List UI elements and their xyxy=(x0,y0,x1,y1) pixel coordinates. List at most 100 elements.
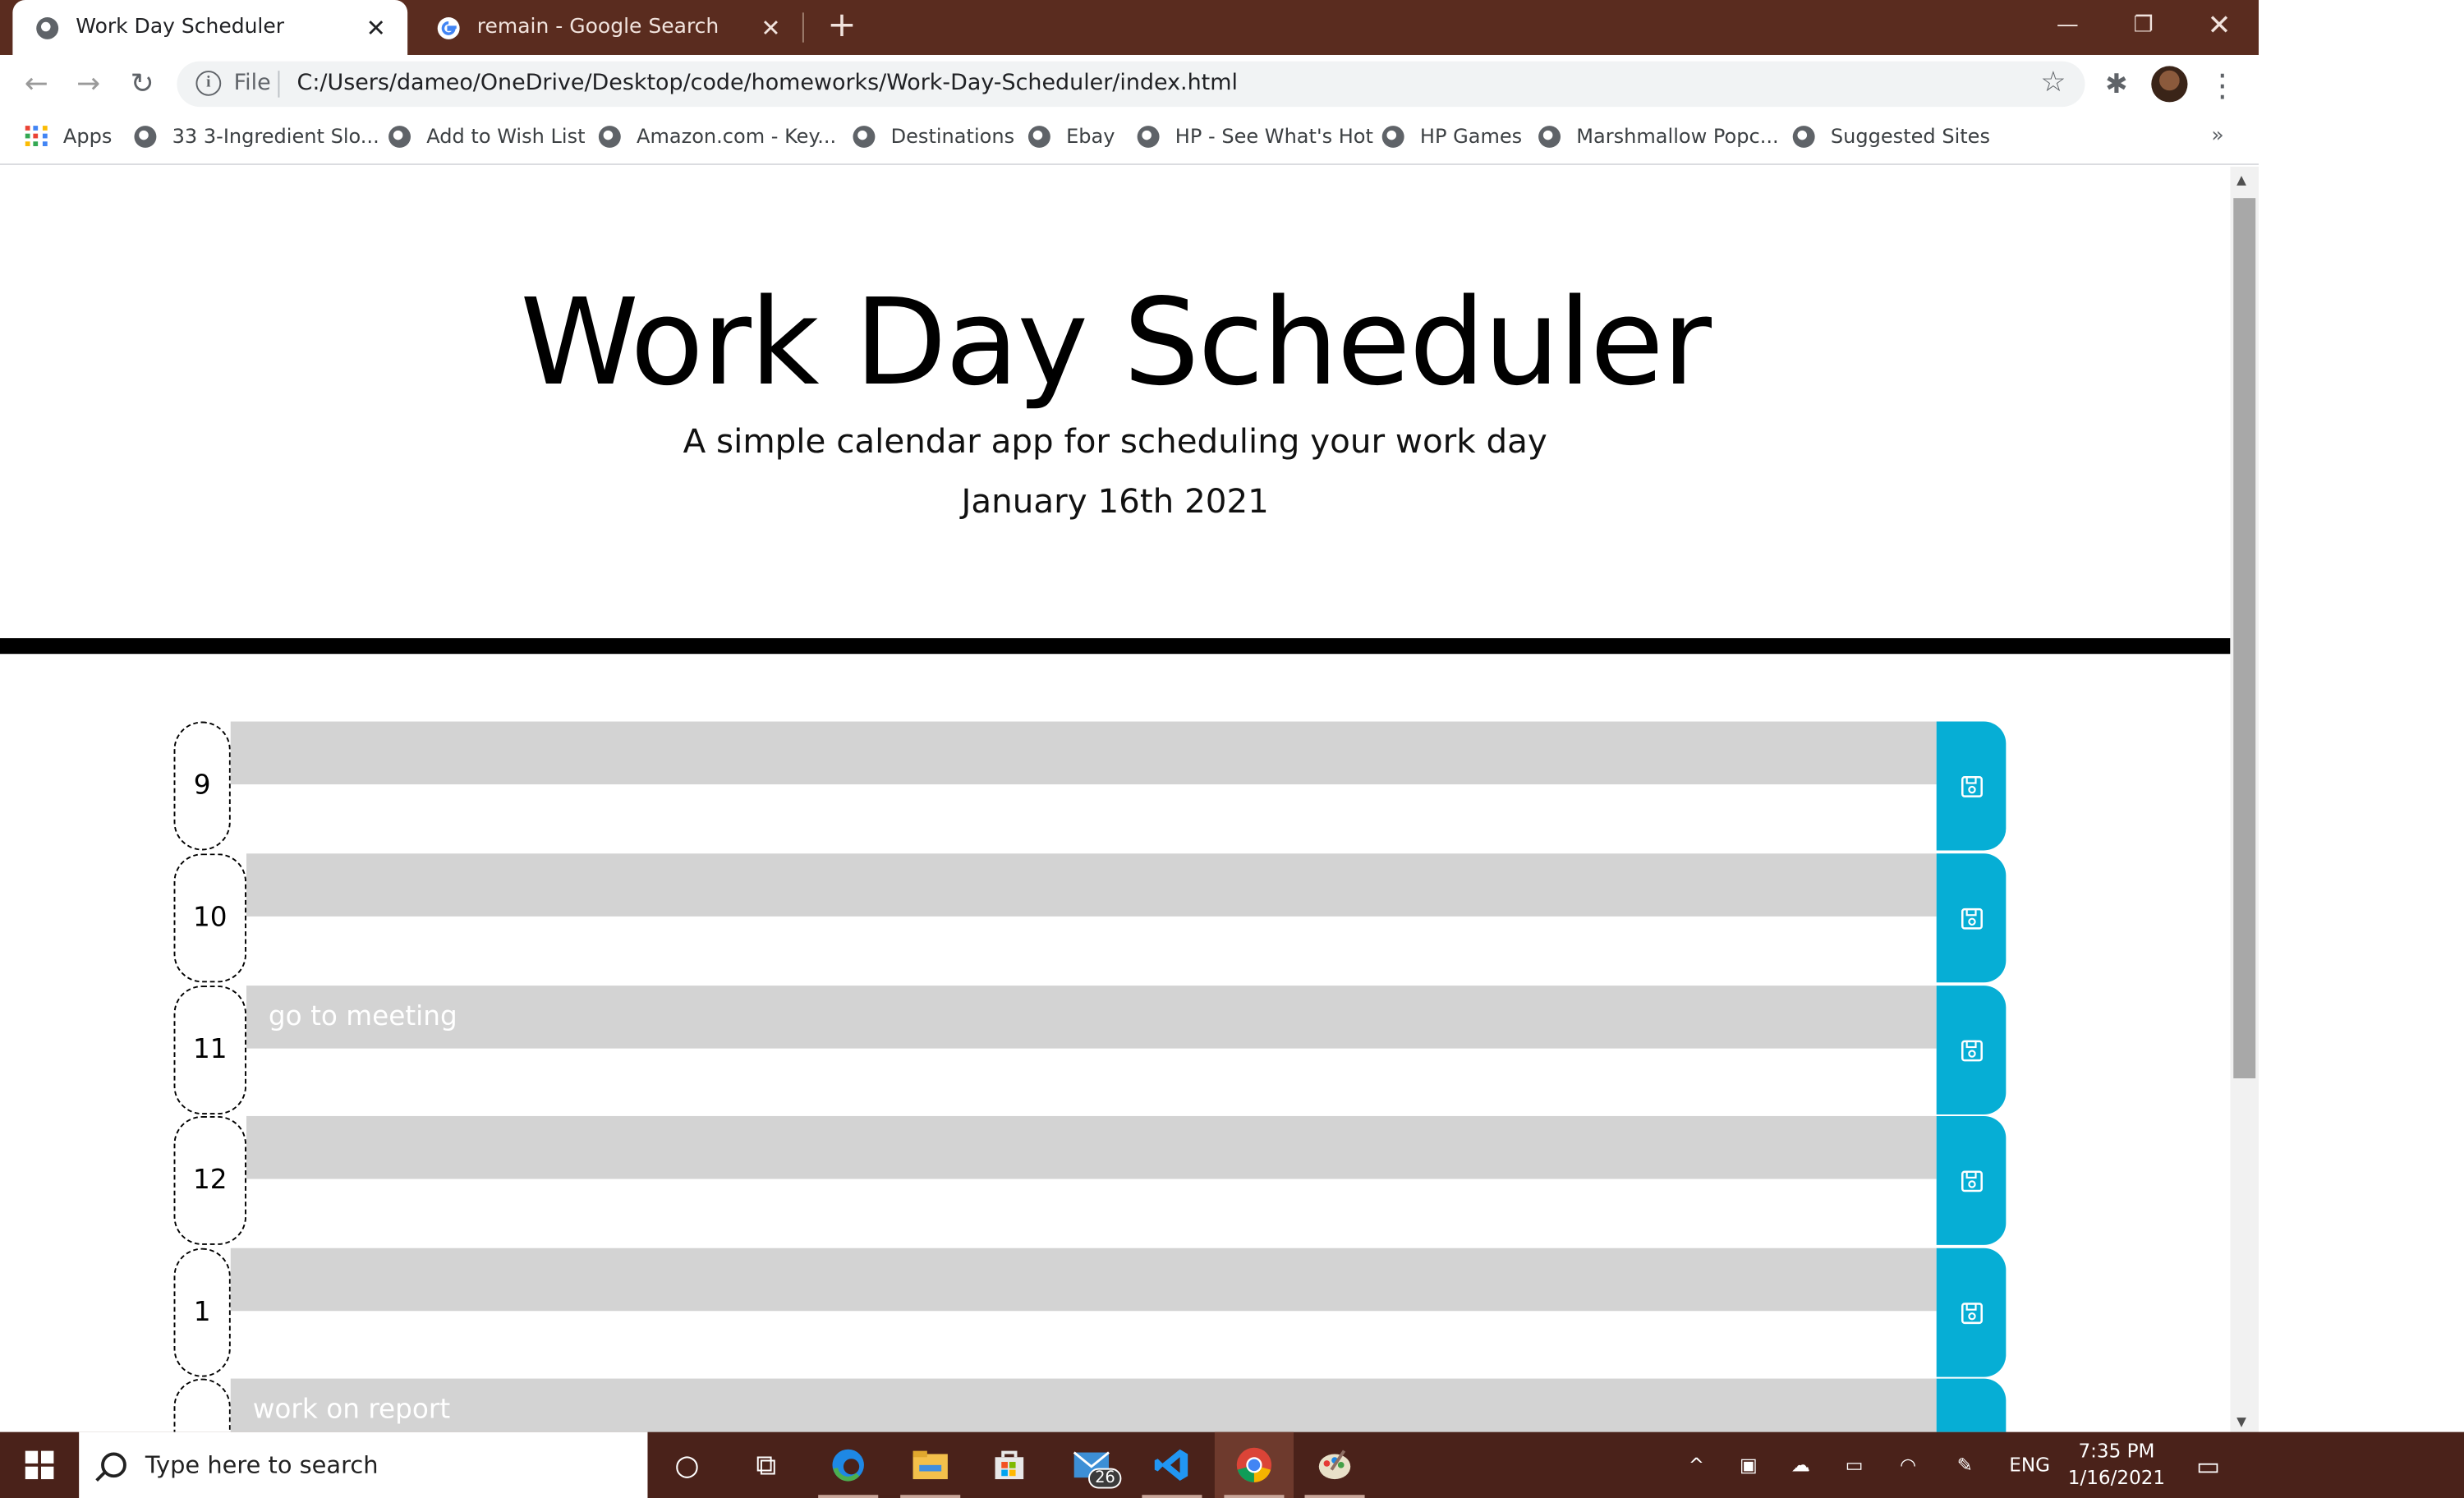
bookmark-item[interactable]: Amazon.com - Key... xyxy=(598,124,837,148)
meet-now-icon[interactable]: ▣ xyxy=(1730,1432,1768,1498)
hour-label: 1 xyxy=(173,1248,231,1377)
page-scrollbar[interactable]: ▲ ▼ xyxy=(2230,166,2259,1432)
save-icon xyxy=(1961,775,1983,797)
bookmark-item[interactable]: Add to Wish List xyxy=(388,124,586,148)
taskbar-clock[interactable]: 7:35 PM 1/16/2021 xyxy=(2053,1438,2180,1491)
edge-browser-icon[interactable] xyxy=(809,1432,888,1498)
url-text[interactable]: C:/Users/dameo/OneDrive/Desktop/code/hom… xyxy=(297,71,1238,96)
bookmark-label: Marshmallow Popc... xyxy=(1576,124,1779,148)
mail-icon[interactable]: 26 xyxy=(1052,1432,1131,1498)
bookmark-label: 33 3-Ingredient Slo... xyxy=(172,124,379,148)
time-block-row: 1 xyxy=(173,1248,2007,1377)
scroll-up-arrow-icon[interactable]: ▲ xyxy=(2236,173,2246,187)
hour-label: 9 xyxy=(173,721,231,851)
save-button[interactable] xyxy=(1936,1378,2007,1432)
store-icon[interactable] xyxy=(970,1432,1049,1498)
close-tab-icon[interactable]: ✕ xyxy=(755,13,786,41)
info-icon[interactable]: i xyxy=(195,71,222,96)
save-button[interactable] xyxy=(1936,986,2007,1115)
show-hidden-icons-chevron-icon[interactable]: ^ xyxy=(1677,1432,1715,1498)
save-button[interactable] xyxy=(1936,1248,2007,1377)
window-close-button[interactable]: ✕ xyxy=(2183,0,2255,50)
hour-label xyxy=(173,1378,231,1432)
bookmark-item[interactable]: 33 3-Ingredient Slo... xyxy=(134,124,379,148)
taskbar-search-box[interactable]: Type here to search xyxy=(79,1431,648,1498)
save-icon xyxy=(1961,907,1983,929)
bookmarks-overflow-button[interactable]: » xyxy=(2211,124,2223,148)
notifications-icon[interactable]: ▭ xyxy=(2186,1432,2231,1498)
description-textarea[interactable]: work on report xyxy=(230,1378,1937,1432)
bookmark-item[interactable]: Ebay xyxy=(1027,124,1115,148)
restore-button[interactable]: ❐ xyxy=(2107,0,2179,50)
file-explorer-icon[interactable] xyxy=(891,1432,970,1498)
globe-icon xyxy=(1137,125,1160,147)
chrome-icon[interactable] xyxy=(1214,1431,1294,1498)
bookmark-apps[interactable]: Apps xyxy=(25,124,112,148)
clock-time: 7:35 PM xyxy=(2078,1440,2155,1463)
jumbotron: Work Day Scheduler A simple calendar app… xyxy=(0,167,2231,655)
save-icon xyxy=(1961,1169,1983,1192)
hour-label: 12 xyxy=(173,1115,247,1245)
url-divider xyxy=(278,71,280,98)
description-textarea[interactable]: go to meeting xyxy=(246,986,1937,1049)
vscode-icon[interactable] xyxy=(1133,1432,1211,1498)
description-textarea[interactable] xyxy=(246,1115,1937,1179)
search-icon xyxy=(101,1452,126,1478)
google-icon xyxy=(436,15,462,40)
address-bar[interactable]: i File C:/Users/dameo/OneDrive/Desktop/c… xyxy=(177,61,2085,108)
page-title: Work Day Scheduler xyxy=(520,272,1712,412)
paint-icon[interactable] xyxy=(1295,1432,1374,1498)
save-button[interactable] xyxy=(1936,721,2007,851)
scroll-thumb[interactable] xyxy=(2233,198,2256,1079)
tab-title: Work Day Scheduler xyxy=(76,16,285,39)
bookmark-star-icon[interactable]: ☆ xyxy=(2040,66,2066,99)
time-block-row: work on report xyxy=(173,1378,2007,1432)
forward-icon[interactable]: → xyxy=(68,64,109,105)
bookmark-label: Add to Wish List xyxy=(426,124,586,148)
bookmark-label: Amazon.com - Key... xyxy=(637,124,837,148)
close-tab-icon[interactable]: ✕ xyxy=(360,13,391,41)
cortana-icon[interactable]: ○ xyxy=(647,1432,726,1498)
save-button[interactable] xyxy=(1936,1115,2007,1245)
scroll-down-arrow-icon[interactable]: ▼ xyxy=(2236,1415,2246,1429)
windows-start-icon[interactable] xyxy=(25,1450,54,1480)
hour-label: 10 xyxy=(173,853,247,983)
globe-icon xyxy=(1792,125,1815,147)
profile-avatar[interactable] xyxy=(2151,66,2188,103)
description-textarea[interactable] xyxy=(230,721,1937,785)
extensions-icon[interactable]: ✱ xyxy=(2096,64,2137,105)
tab-strip: Work Day Scheduler ✕ remain - Google Sea… xyxy=(0,0,2259,55)
page-lead: A simple calendar app for scheduling you… xyxy=(683,422,1547,461)
description-textarea[interactable] xyxy=(246,853,1937,917)
pen-icon[interactable]: ✎ xyxy=(1946,1432,1984,1498)
reload-icon[interactable]: ↻ xyxy=(122,64,163,105)
tab-work-day-scheduler[interactable]: Work Day Scheduler ✕ xyxy=(12,0,408,55)
bookmark-item[interactable]: Suggested Sites xyxy=(1792,124,1991,148)
minimize-button[interactable]: — xyxy=(2031,0,2103,50)
battery-icon[interactable]: ▭ xyxy=(1836,1432,1873,1498)
bookmark-item[interactable]: HP Games xyxy=(1381,124,1522,148)
back-icon[interactable]: ← xyxy=(16,64,57,105)
taskbar-search-placeholder: Type here to search xyxy=(145,1450,379,1480)
bookmarks-bar: Apps 33 3-Ingredient Slo... Add to Wish … xyxy=(0,113,2259,165)
globe-icon xyxy=(1027,125,1050,147)
save-button[interactable] xyxy=(1936,853,2007,983)
hour-label: 11 xyxy=(173,986,247,1115)
task-view-icon[interactable]: ⧉ xyxy=(727,1432,806,1498)
time-block-row: 12 xyxy=(173,1115,2007,1245)
bookmark-item[interactable]: Marshmallow Popc... xyxy=(1538,124,1779,148)
bookmark-item[interactable]: HP - See What's Hot xyxy=(1137,124,1373,148)
globe-icon xyxy=(1538,125,1561,147)
tab-separator xyxy=(802,12,804,43)
bookmark-label: HP - See What's Hot xyxy=(1175,124,1373,148)
input-language[interactable]: ENG xyxy=(2002,1432,2056,1498)
tab-google-search[interactable]: remain - Google Search ✕ xyxy=(414,0,802,55)
description-textarea[interactable] xyxy=(230,1248,1937,1312)
bookmark-label: Suggested Sites xyxy=(1830,124,1991,148)
browser-toolbar: ← → ↻ i File C:/Users/dameo/OneDrive/Des… xyxy=(0,54,2259,113)
bookmark-item[interactable]: Destinations xyxy=(853,124,1014,148)
new-tab-button[interactable]: + xyxy=(821,7,862,48)
onedrive-cloud-icon[interactable]: ☁ xyxy=(1781,1432,1819,1498)
wifi-icon[interactable]: ◠ xyxy=(1889,1432,1927,1498)
menu-kebab-icon[interactable]: ⋮ xyxy=(2202,64,2243,105)
